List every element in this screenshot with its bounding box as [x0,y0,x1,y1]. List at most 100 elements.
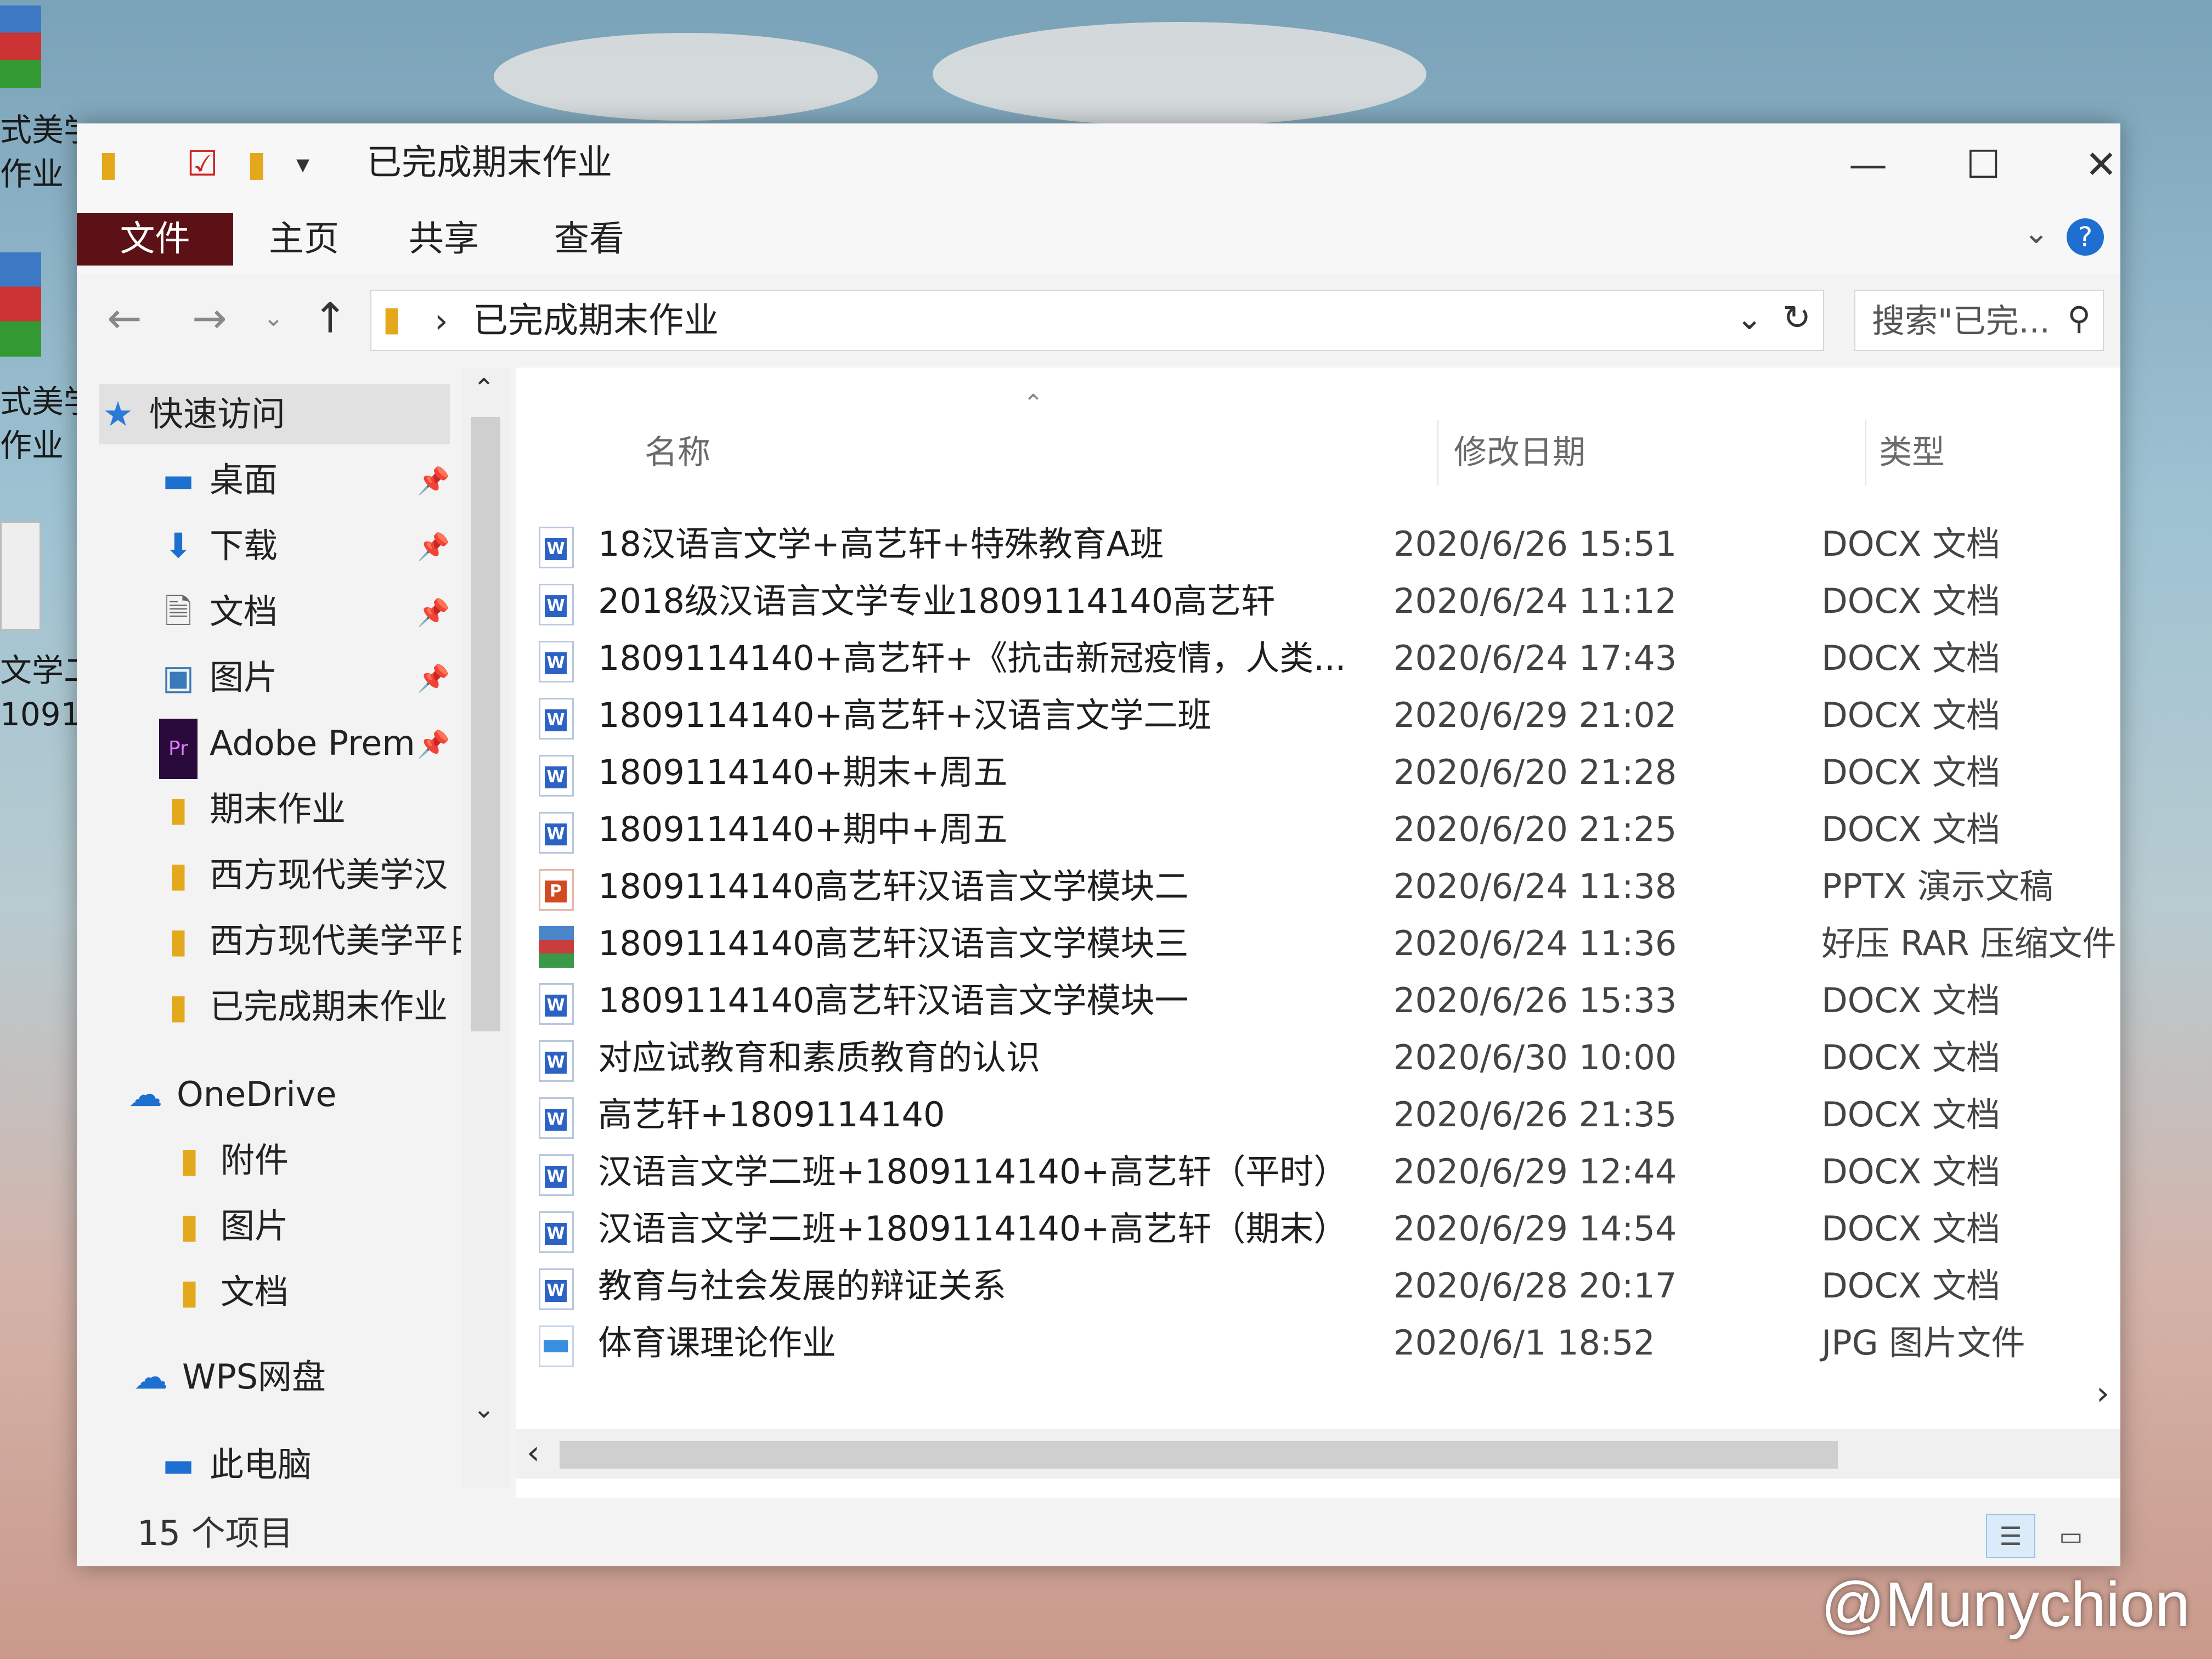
table-row[interactable]: 1809114140高艺轩汉语言文学模块二 2020/6/24 11:38 PPTX… [516,858,2120,915]
maximize-button[interactable]: ☐ [1942,140,2024,189]
expand-ribbon-icon[interactable]: ⌄ [2023,215,2049,251]
desktop-label: 式美学 [0,111,77,149]
pin-icon[interactable]: 📌 [417,663,450,694]
column-header-type[interactable]: 类型 [1879,428,1945,477]
tab-file[interactable]: 文件 [77,213,233,266]
table-row[interactable]: 1809114140+期中+周五 2020/6/20 21:25 DOCX 文档 [516,801,2120,858]
table-row[interactable]: 18汉语言文学+高艺轩+特殊教育A班 2020/6/26 15:51 DOCX 文档 [516,516,2120,573]
pin-icon[interactable]: 📌 [417,465,450,496]
search-icon[interactable]: ⚲ [2068,300,2091,337]
file-type: DOCX 文档 [1821,638,2001,678]
new-folder-icon[interactable]: ▮ [247,146,266,182]
tab-share[interactable]: 共享 [409,213,479,266]
item-count: 15 个项目 [137,1513,294,1553]
tab-home[interactable]: 主页 [269,213,339,266]
sidebar-item-onedrive-folder[interactable]: ▮ 图片 [170,1196,289,1256]
sidebar-item-wps[interactable]: ☁ WPS网盘 [132,1347,326,1407]
table-row[interactable]: 汉语言文学二班+1809114140+高艺轩（平时） 2020/6/29 12:4… [516,1143,2120,1200]
sidebar-item-label: Adobe Prem [210,723,415,763]
desktop-rar-icon[interactable] [0,5,41,88]
desktop-rar-icon[interactable] [0,252,41,357]
sidebar-item-label: 附件 [221,1140,289,1180]
recent-locations-icon[interactable]: ⌄ [263,296,284,340]
search-box[interactable]: 搜索"已完... ⚲ [1854,290,2104,351]
tab-view[interactable]: 查看 [554,213,624,266]
table-row[interactable]: 1809114140高艺轩汉语言文学模块三 2020/6/24 11:36 好压 R… [516,915,2120,972]
table-row[interactable]: 2018级汉语言文学专业1809114140高艺轩 2020/6/24 11:12… [516,573,2120,630]
desktop-file-icon[interactable] [0,521,41,631]
file-modified-date: 2020/6/26 15:33 [1393,980,1677,1020]
sidebar-item-quick-access[interactable]: ★ 快速访问 [99,384,450,444]
scroll-down-icon[interactable]: ⌄ [473,1393,495,1424]
sidebar-item-pictures[interactable]: ▣ 图片 [159,647,278,708]
table-row[interactable]: 高艺轩+1809114140 2020/6/26 21:35 DOCX 文档 [516,1086,2120,1143]
file-type: DOCX 文档 [1821,1094,2001,1135]
premiere-icon: Pr [159,719,198,779]
address-bar[interactable]: ▮ › 已完成期末作业 ⌄ ↻ [370,290,1824,351]
address-dropdown-icon[interactable]: ⌄ [1736,300,1763,337]
file-type: DOCX 文档 [1821,752,2001,792]
sidebar-item-documents[interactable]: 🗎 文档 [159,582,278,642]
computer-icon: ▬ [162,1444,195,1485]
sidebar-item-onedrive-folder[interactable]: ▮ 附件 [170,1130,289,1190]
table-row[interactable]: 1809114140+期末+周五 2020/6/20 21:28 DOCX 文档 [516,744,2120,801]
pin-icon[interactable]: 📌 [417,597,450,628]
file-name: 2018级汉语言文学专业1809114140高艺轩 [598,581,1276,621]
table-row[interactable]: 1809114140+高艺轩+《抗击新冠疫情，人类... 2020/6/24 17… [516,630,2120,687]
sidebar-item-label: 西方现代美学汉 [210,855,448,895]
table-row[interactable]: 体育课理论作业 2020/6/1 18:52 JPG 图片文件 [516,1314,2120,1372]
folder-icon: ▮ [168,986,188,1026]
column-divider[interactable] [1437,420,1438,486]
sidebar-item-label: WPS网盘 [182,1357,326,1397]
sort-ascending-icon: ⌃ [1023,390,1043,417]
sidebar-scroll-thumb[interactable] [471,417,500,1031]
file-modified-date: 2020/6/29 21:02 [1393,695,1677,735]
close-button[interactable]: ✕ [2060,140,2142,189]
folder-icon: ▮ [179,1272,199,1312]
customize-toolbar-icon[interactable]: ▾ [296,146,309,182]
sidebar-scrollbar[interactable]: ⌃ ⌄ [461,368,510,1487]
breadcrumb-separator[interactable]: › [435,297,448,345]
search-input[interactable]: 搜索"已完... [1872,298,2050,345]
horizontal-scrollbar[interactable]: ‹ › [516,1374,2120,1479]
scroll-up-icon[interactable]: ⌃ [473,373,495,404]
forward-arrow-icon[interactable]: → [192,296,227,340]
sidebar-item-desktop[interactable]: ▬ 桌面 [159,450,278,510]
pin-icon[interactable]: 📌 [417,531,450,562]
sidebar-item-folder[interactable]: ▮ 西方现代美学汉 [159,845,448,905]
horizontal-scroll-thumb[interactable] [560,1441,1838,1469]
breadcrumb[interactable]: 已完成期末作业 [473,297,719,345]
table-row[interactable]: 汉语言文学二班+1809114140+高艺轩（期末） 2020/6/29 14:5… [516,1200,2120,1257]
sidebar-item-downloads[interactable]: ⬇ 下载 [159,516,278,576]
scroll-left-icon[interactable]: ‹ [527,1434,540,1472]
column-header-date[interactable]: 修改日期 [1454,428,1585,477]
status-bar: 15 个项目 ☰ ▭ [77,1498,2120,1566]
word-document-icon [539,584,574,625]
details-view-icon[interactable]: ☰ [1986,1514,2035,1558]
sidebar-item-folder[interactable]: ▮ 西方现代美学平日 [159,911,482,971]
column-header-name[interactable]: 名称 [645,428,710,477]
sidebar-item-onedrive-folder[interactable]: ▮ 文档 [170,1262,289,1322]
sidebar-item-adobe-premiere[interactable]: Pr Adobe Prem [159,713,415,779]
sidebar-item-label: 文档 [210,591,278,631]
sidebar-item-label: 期末作业 [210,789,346,829]
pin-icon[interactable]: 📌 [417,729,450,760]
table-row[interactable]: 对应试教育和素质教育的认识 2020/6/30 10:00 DOCX 文档 [516,1029,2120,1086]
table-row[interactable]: 1809114140高艺轩汉语言文学模块一 2020/6/26 15:33 DOCX… [516,972,2120,1029]
refresh-icon[interactable]: ↻ [1782,297,1811,337]
table-row[interactable]: 教育与社会发展的辩证关系 2020/6/28 20:17 DOCX 文档 [516,1257,2120,1314]
table-row[interactable]: 1809114140+高艺轩+汉语言文学二班 2020/6/29 21:02 DOC… [516,687,2120,744]
folder-icon: ▮ [179,1140,199,1180]
up-arrow-icon[interactable]: ↑ [313,296,348,340]
sidebar-item-folder[interactable]: ▮ 期末作业 [159,779,346,839]
help-icon[interactable]: ? [2067,218,2104,256]
sidebar-item-this-pc[interactable]: ▬ 此电脑 [159,1435,312,1487]
minimize-button[interactable]: — [1827,140,1909,189]
large-icons-view-icon[interactable]: ▭ [2046,1514,2096,1558]
properties-icon[interactable]: ☑ [187,146,218,182]
scroll-right-icon[interactable]: › [2096,1374,2109,1413]
back-arrow-icon[interactable]: ← [107,296,142,340]
sidebar-item-folder[interactable]: ▮ 已完成期末作业 [159,977,448,1037]
column-divider[interactable] [1865,420,1866,486]
sidebar-item-onedrive[interactable]: ☁ OneDrive [126,1064,337,1125]
